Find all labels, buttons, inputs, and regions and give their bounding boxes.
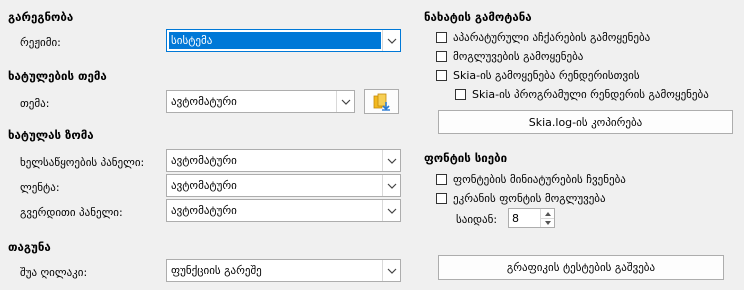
skia-checkbox[interactable] [436, 70, 447, 81]
sidebar-size-value: ავტომატური [171, 204, 237, 217]
font-preview-checkbox-row[interactable]: ფონტების მინიატურების ჩვენება [436, 173, 626, 186]
font-lists-section-title: ფონტის სიები [424, 151, 508, 165]
antialias-checkbox[interactable] [436, 51, 447, 62]
chevron-down-icon[interactable] [382, 30, 400, 51]
middle-button-value: ფუნქციის გარეშე [171, 264, 262, 277]
chevron-down-icon[interactable] [336, 91, 354, 112]
notebookbar-size-value: ავტომატური [171, 179, 237, 192]
from-size-spinbox[interactable]: 8 [508, 208, 555, 228]
hw-accel-label: აპარატურული აჩქარების გამოყენება [453, 31, 651, 44]
chevron-down-icon[interactable] [382, 260, 400, 281]
from-size-value: 8 [512, 211, 519, 225]
skia-software-label: Skia-ის პროგრამული რენდერის გამოყენება [472, 88, 709, 101]
screen-antialias-label: ეკრანის ფონტის მოგლუვება [453, 192, 606, 205]
antialias-checkbox-row[interactable]: მოგლუვების გამოყენება [436, 50, 583, 63]
appearance-section-title: გარეგნობა [8, 10, 74, 24]
hw-accel-checkbox[interactable] [436, 32, 447, 43]
toolbar-size-value: ავტომატური [171, 154, 237, 167]
font-preview-label: ფონტების მინიატურების ჩვენება [453, 173, 626, 186]
skia-software-checkbox-row[interactable]: Skia-ის პროგრამული რენდერის გამოყენება [455, 88, 709, 101]
mode-select[interactable]: სისტემა [166, 29, 401, 52]
theme-select[interactable]: ავტომატური [166, 90, 355, 113]
graphics-output-section-title: ნახატის გამოტანა [424, 10, 532, 24]
chevron-down-icon[interactable] [382, 200, 400, 221]
add-icon-theme-button[interactable] [364, 89, 399, 114]
mode-select-value: სისტემა [169, 32, 381, 49]
toolbar-size-select[interactable]: ავტომატური [166, 149, 401, 172]
skia-checkbox-row[interactable]: Skia-ის გამოყენება რენდერისთვის [436, 69, 640, 82]
notebookbar-label: ლენტა: [20, 181, 60, 194]
font-preview-checkbox[interactable] [436, 174, 447, 185]
mouse-section-title: თაგუნა [8, 240, 51, 254]
icon-size-section-title: ხატულას ზომა [8, 128, 94, 142]
toolbar-label: ხელსაწყოების პანელი: [20, 156, 145, 169]
theme-select-value: ავტომატური [171, 95, 237, 108]
theme-label: თემა: [20, 97, 50, 110]
hw-accel-checkbox-row[interactable]: აპარატურული აჩქარების გამოყენება [436, 31, 650, 44]
middle-button-label: შუა ღილაკი: [20, 266, 88, 279]
icon-theme-section-title: ხატულების თემა [8, 69, 107, 83]
spin-down-icon[interactable] [540, 218, 554, 227]
antialias-label: მოგლუვების გამოყენება [453, 50, 584, 63]
sidebar-label: გვერდითი პანელი: [20, 206, 123, 219]
skia-software-checkbox[interactable] [455, 89, 466, 100]
mode-label: რეჟიმი: [20, 36, 61, 49]
chevron-down-icon[interactable] [382, 175, 400, 196]
run-graphics-tests-button[interactable]: გრაფიკის ტესტების გაშვება [438, 255, 724, 280]
screen-antialias-checkbox-row[interactable]: ეკრანის ფონტის მოგლუვება [436, 192, 606, 205]
chevron-down-icon[interactable] [382, 150, 400, 171]
sidebar-size-select[interactable]: ავტომატური [166, 199, 401, 222]
middle-button-select[interactable]: ფუნქციის გარეშე [166, 259, 401, 282]
add-icon-theme-icon [373, 93, 390, 111]
notebookbar-size-select[interactable]: ავტომატური [166, 174, 401, 197]
screen-antialias-checkbox[interactable] [436, 193, 447, 204]
copy-skia-log-button[interactable]: Skia.log-ის კოპირება [438, 110, 733, 134]
from-label: საიდან: [456, 213, 498, 226]
skia-label: Skia-ის გამოყენება რენდერისთვის [453, 69, 640, 82]
